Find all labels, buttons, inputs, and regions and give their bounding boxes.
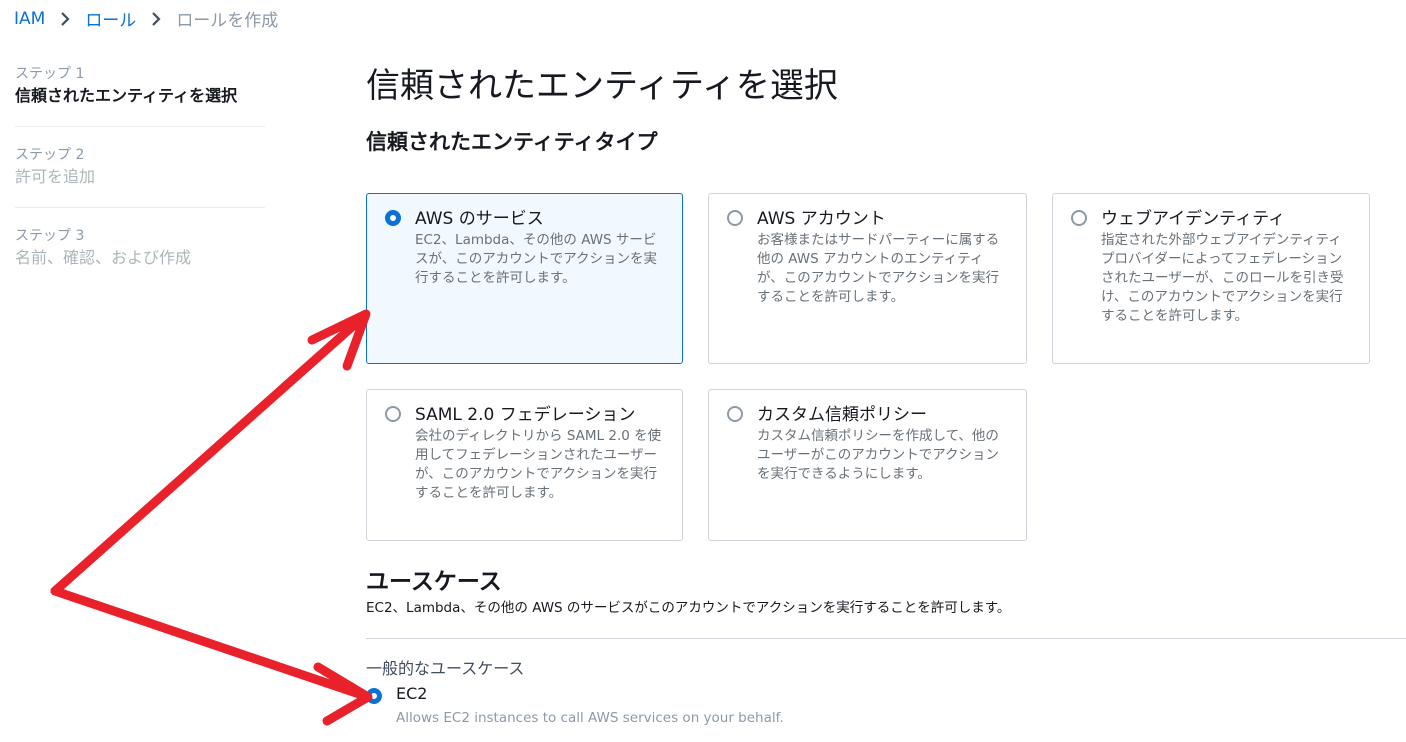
section-title-entity-type: 信頼されたエンティティタイプ [366,130,658,154]
tile-title: カスタム信頼ポリシー [757,405,927,425]
tile-aws-service[interactable]: AWS のサービス EC2、Lambda、その他の AWS サービスが、このアカ… [366,193,683,364]
tile-title: ウェブアイデンティティ [1101,209,1286,229]
radio-custom-trust-policy[interactable] [727,406,743,422]
arrow-line-up [50,313,367,596]
wizard-steps: ステップ 1 信頼されたエンティティを選択 ステップ 2 許可を追加 ステップ … [15,64,265,306]
radio-saml-federation[interactable] [385,406,401,422]
chevron-right-icon [150,11,162,27]
tile-description: 指定された外部ウェブアイデンティティプロバイダーによってフェデレーションされたユ… [1101,232,1344,324]
step-title: 信頼されたエンティティを選択 [15,86,238,105]
step-number: ステップ 1 [15,66,85,82]
step-2: ステップ 2 許可を追加 [15,145,265,208]
chevron-right-icon [59,11,71,27]
radio-ec2[interactable] [366,688,382,704]
radio-aws-service[interactable] [385,210,401,226]
tile-description: EC2、Lambda、その他の AWS サービスが、このアカウントでアクションを… [415,232,658,286]
tile-title: SAML 2.0 フェデレーション [415,405,636,425]
breadcrumb-current: ロールを作成 [176,11,279,31]
tile-aws-account[interactable]: AWS アカウント お客様またはサードパーティーに属する他の AWS アカウント… [708,193,1027,364]
step-1[interactable]: ステップ 1 信頼されたエンティティを選択 [15,64,265,127]
common-use-cases-label: 一般的なユースケース [366,659,525,678]
tile-title: AWS のサービス [415,209,544,229]
tile-custom-trust-policy[interactable]: カスタム信頼ポリシー カスタム信頼ポリシーを作成して、他のユーザーがこのアカウン… [708,389,1027,541]
step-title: 名前、確認、および作成 [15,248,192,267]
page-title: 信頼されたエンティティを選択 [366,66,838,106]
option-title: EC2 [396,684,428,703]
tile-saml-federation[interactable]: SAML 2.0 フェデレーション 会社のディレクトリから SAML 2.0 を… [366,389,683,541]
step-number: ステップ 2 [15,147,85,163]
divider [366,638,1406,639]
radio-aws-account[interactable] [727,210,743,226]
section-title-use-case: ユースケース [366,569,502,595]
arrow-head-up [307,309,371,371]
arrow-head-down [313,662,373,726]
use-case-description: EC2、Lambda、その他の AWS のサービスがこのアカウントでアクションを… [366,600,1011,616]
arrow-line-down [50,586,367,700]
radio-web-identity[interactable] [1071,210,1087,226]
option-description: Allows EC2 instances to call AWS service… [396,710,784,726]
breadcrumb: IAM ロール ロールを作成 [14,6,279,32]
step-title: 許可を追加 [15,167,96,186]
breadcrumb-link-roles[interactable]: ロール [85,6,136,31]
use-case-option-ec2[interactable]: EC2 Allows EC2 instances to call AWS ser… [366,684,966,734]
tile-web-identity[interactable]: ウェブアイデンティティ 指定された外部ウェブアイデンティティプロバイダーによって… [1052,193,1370,364]
tile-description: 会社のディレクトリから SAML 2.0 を使用してフェデレーションされたユーザ… [415,428,662,501]
breadcrumb-link-iam[interactable]: IAM [14,9,45,29]
step-3: ステップ 3 名前、確認、および作成 [15,226,265,288]
tile-description: カスタム信頼ポリシーを作成して、他のユーザーがこのアカウントでアクションを実行で… [757,428,1000,482]
tile-description: お客様またはサードパーティーに属する他の AWS アカウントのエンティティが、こ… [757,232,1000,305]
step-number: ステップ 3 [15,228,85,244]
tile-title: AWS アカウント [757,209,886,229]
